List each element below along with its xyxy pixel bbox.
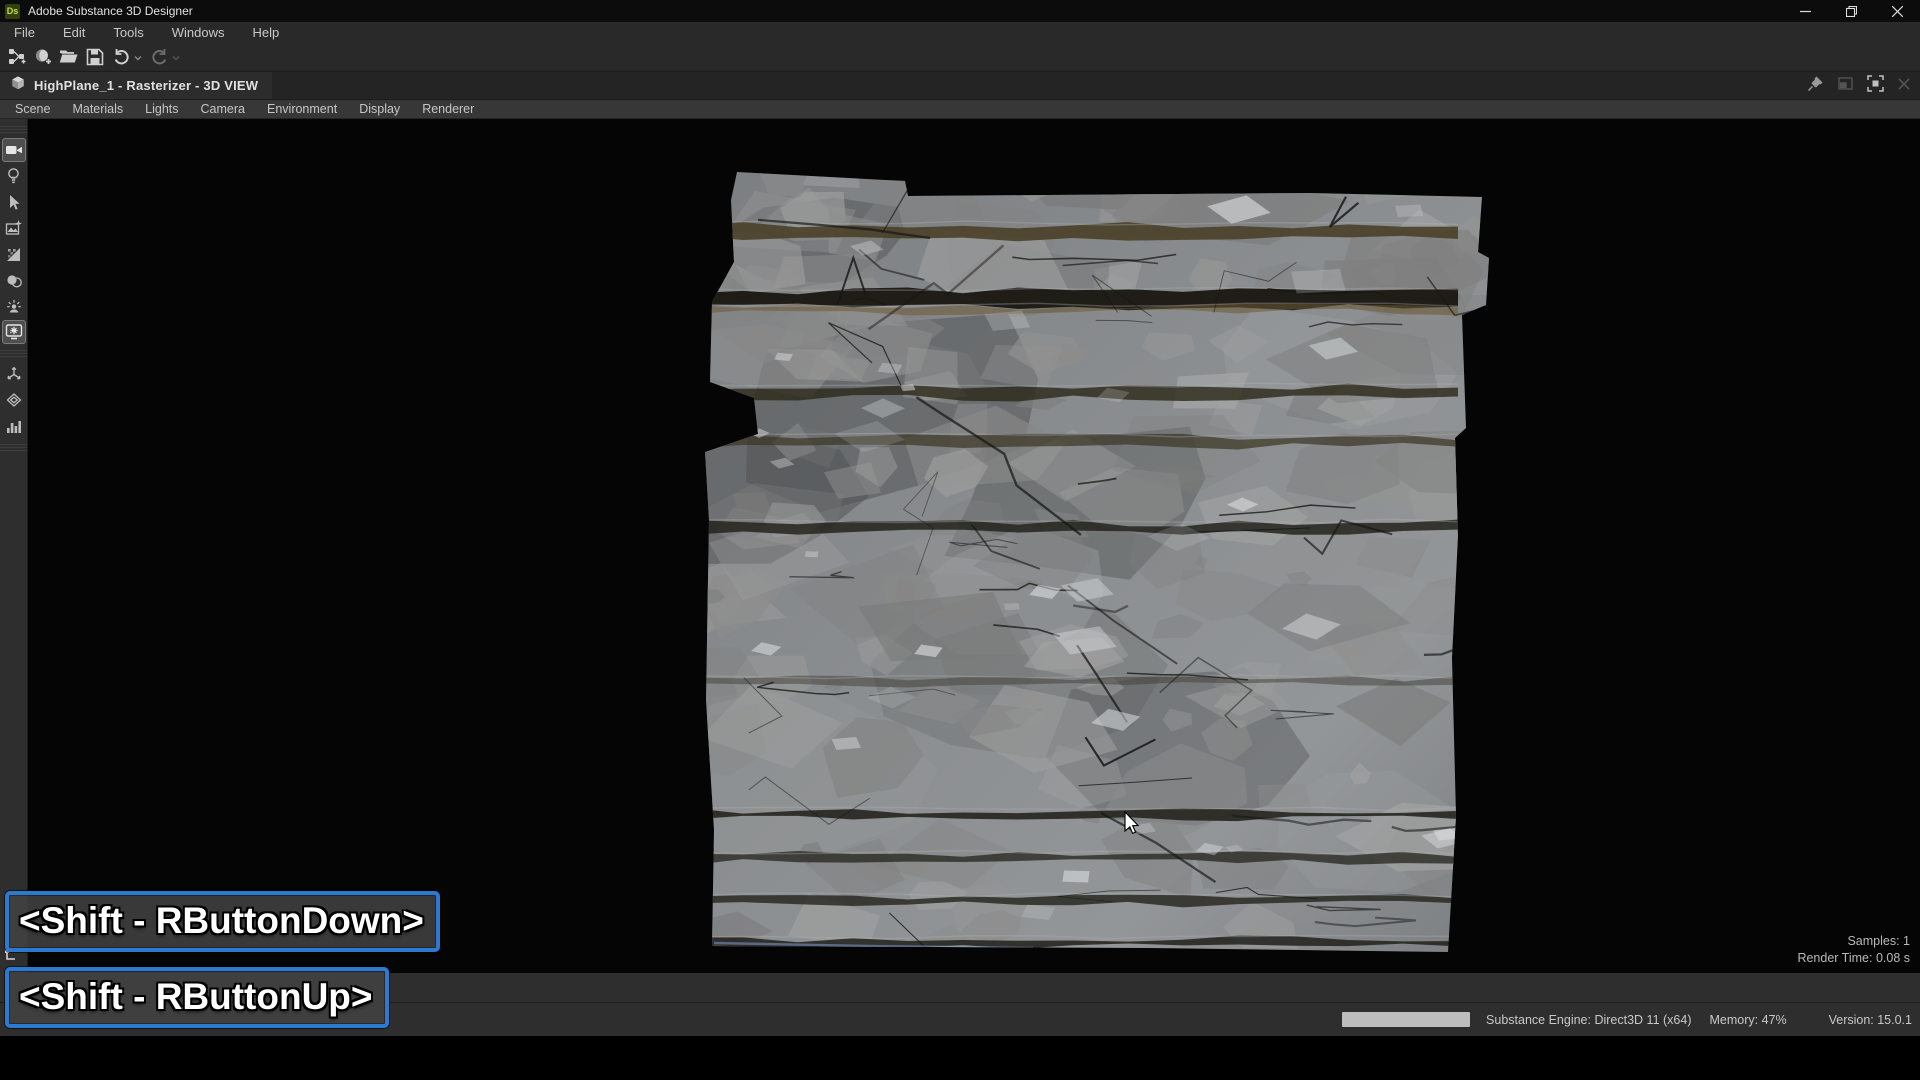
environment-light-tool[interactable]	[2, 294, 26, 318]
new-graph-icon[interactable]	[4, 44, 30, 70]
lights-tool[interactable]	[2, 164, 26, 188]
window-title: Adobe Substance 3D Designer	[28, 4, 193, 18]
new-package-icon[interactable]	[30, 44, 56, 70]
open-file-icon[interactable]	[56, 44, 82, 70]
redo-history-chevron-icon[interactable]	[172, 48, 180, 66]
rock-svg	[28, 119, 1920, 973]
menu-bar: File Edit Tools Windows Help	[0, 22, 1920, 42]
viewmenu-display[interactable]: Display	[348, 102, 411, 116]
close-panel-icon[interactable]	[1898, 77, 1910, 95]
camera-view-tool[interactable]	[2, 138, 26, 162]
displacement-tool[interactable]	[2, 242, 26, 266]
minimize-button[interactable]	[1782, 0, 1828, 22]
workspace: Samples: 1 Render Time: 0.08 s	[0, 119, 1920, 973]
memory-label: Memory: 47%	[1709, 1013, 1786, 1027]
undo-icon[interactable]	[108, 44, 134, 70]
render-time-value: Render Time: 0.08 s	[1797, 950, 1910, 967]
viewmenu-materials[interactable]: Materials	[61, 102, 134, 116]
view-menu-bar: Scene Materials Lights Camera Environmen…	[0, 100, 1920, 119]
main-toolbar	[0, 42, 1920, 72]
renderer-settings-tool[interactable]	[2, 320, 26, 344]
redo-icon[interactable]	[146, 44, 172, 70]
screen-footer	[0, 1036, 1920, 1080]
hotkey-overlay-rbuttonup: <Shift - RButtonUp>	[5, 967, 389, 1028]
undo-history-chevron-icon[interactable]	[134, 48, 142, 66]
view-tool-column	[0, 119, 28, 973]
toolbar-grip[interactable]	[0, 441, 27, 453]
uv-layers-tool[interactable]	[2, 388, 26, 412]
toolbar-grip[interactable]	[0, 123, 27, 135]
title-bar: Ds Adobe Substance 3D Designer	[0, 0, 1920, 22]
viewmenu-lights[interactable]: Lights	[134, 102, 189, 116]
engine-label: Substance Engine: Direct3D 11 (x64)	[1486, 1013, 1691, 1027]
viewmenu-camera[interactable]: Camera	[190, 102, 256, 116]
tab-3d-view[interactable]: HighPlane_1 - Rasterizer - 3D VIEW	[0, 72, 272, 99]
materials-sphere-tool[interactable]	[2, 268, 26, 292]
version-label: Version: 15.0.1	[1829, 1013, 1912, 1027]
menu-help[interactable]: Help	[238, 25, 293, 40]
maximize-panel-icon[interactable]	[1867, 75, 1884, 97]
restore-button[interactable]	[1828, 0, 1874, 22]
samples-value: Samples: 1	[1797, 933, 1910, 950]
app-logo: Ds	[5, 4, 20, 19]
menu-windows[interactable]: Windows	[158, 25, 239, 40]
close-icon[interactable]	[1874, 0, 1920, 22]
pointer-tool[interactable]	[2, 190, 26, 214]
save-icon[interactable]	[82, 44, 108, 70]
transform-gizmo-tool[interactable]	[2, 362, 26, 386]
viewmenu-environment[interactable]: Environment	[256, 102, 348, 116]
viewmenu-scene[interactable]: Scene	[4, 102, 61, 116]
pin-icon[interactable]	[1807, 75, 1824, 97]
toolbar-grip[interactable]	[0, 347, 27, 359]
menu-tools[interactable]: Tools	[99, 25, 157, 40]
progress-bar	[1342, 1012, 1470, 1027]
post-effects-tool[interactable]	[2, 216, 26, 240]
hotkey-overlay-rbuttondown: <Shift - RButtonDown>	[5, 891, 440, 952]
tab-title: HighPlane_1 - Rasterizer - 3D VIEW	[34, 78, 258, 93]
3d-viewport[interactable]: Samples: 1 Render Time: 0.08 s	[28, 119, 1920, 973]
render-stats: Samples: 1 Render Time: 0.08 s	[1797, 933, 1910, 967]
cube-icon	[10, 75, 26, 96]
menu-file[interactable]: File	[0, 25, 49, 40]
menu-edit[interactable]: Edit	[49, 25, 99, 40]
viewmenu-renderer[interactable]: Renderer	[411, 102, 485, 116]
panel-tab-bar: HighPlane_1 - Rasterizer - 3D VIEW	[0, 72, 1920, 100]
histogram-tool[interactable]	[2, 414, 26, 438]
float-panel-icon[interactable]	[1838, 77, 1853, 95]
